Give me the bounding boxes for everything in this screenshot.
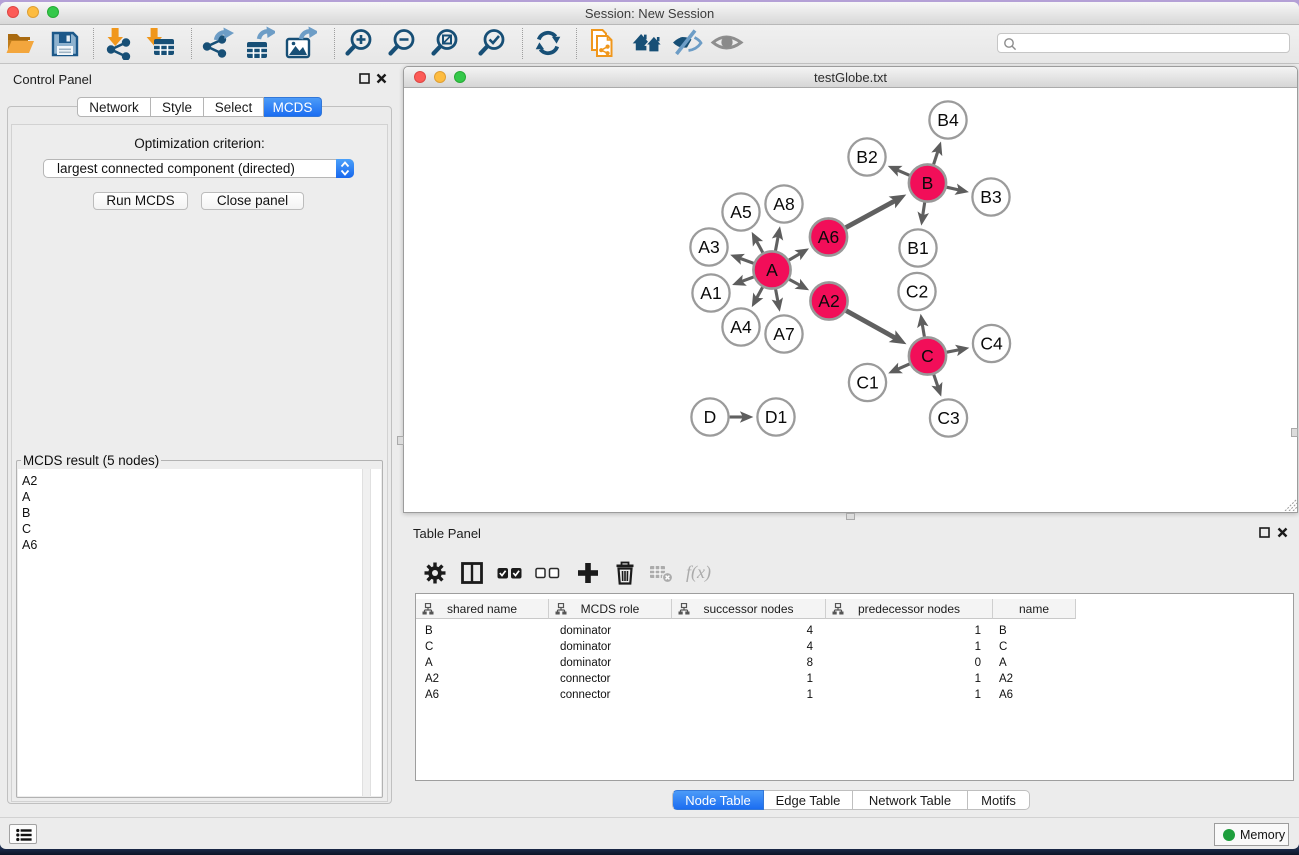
svg-text:A7: A7 (773, 324, 794, 344)
svg-text:A1: A1 (700, 283, 721, 303)
svg-text:B2: B2 (856, 147, 877, 167)
svg-text:A8: A8 (773, 194, 794, 214)
svg-text:C1: C1 (856, 373, 878, 393)
svg-text:B3: B3 (980, 187, 1001, 207)
svg-text:D: D (704, 407, 717, 427)
svg-text:C3: C3 (937, 408, 959, 428)
svg-text:A3: A3 (698, 237, 719, 257)
svg-text:D1: D1 (765, 407, 787, 427)
svg-text:A6: A6 (818, 227, 839, 247)
svg-text:B: B (922, 173, 934, 193)
svg-text:A: A (766, 260, 778, 280)
svg-text:C: C (921, 346, 934, 366)
svg-text:A2: A2 (818, 291, 839, 311)
svg-text:C2: C2 (906, 282, 928, 302)
svg-text:C4: C4 (980, 334, 1003, 354)
svg-text:B1: B1 (907, 238, 928, 258)
svg-text:B4: B4 (937, 110, 959, 130)
svg-text:A4: A4 (730, 317, 752, 337)
svg-text:A5: A5 (730, 202, 751, 222)
